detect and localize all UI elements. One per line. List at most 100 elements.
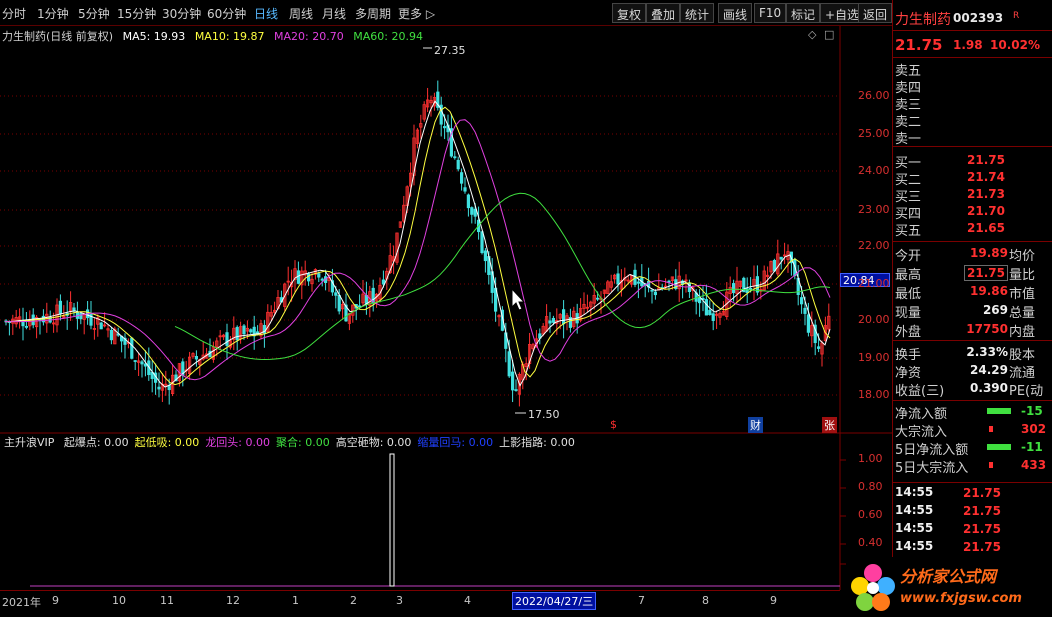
period-4[interactable]: 30分钟 (162, 5, 201, 22)
time-tick: 9 (52, 594, 59, 607)
period-7[interactable]: 周线 (289, 5, 313, 22)
candle-body (456, 159, 460, 170)
fin-value: 0.390 (970, 381, 1008, 395)
period-0[interactable]: 分时 (2, 5, 26, 22)
fin-extra: 股本 (1009, 348, 1036, 363)
candle-body (711, 313, 715, 321)
ma20-label: MA20: 20.70 (274, 30, 344, 43)
fin-value: 24.29 (970, 363, 1008, 377)
stat-value: 269 (982, 303, 1008, 317)
flow-bar (987, 444, 1011, 450)
flow-value: 302 (1021, 422, 1047, 436)
candle-body (225, 332, 229, 346)
bid-price: 21.73 (967, 187, 1005, 201)
time-tick: 3 (396, 594, 403, 607)
time-tick: 11 (160, 594, 174, 607)
square-icon[interactable]: □ (824, 28, 834, 41)
ma60-label: MA60: 20.94 (353, 30, 423, 43)
candle-body (130, 337, 134, 359)
toolbar-btn-4[interactable]: F10 (754, 3, 787, 23)
candle-body (442, 126, 447, 129)
candle-body (653, 291, 658, 296)
period-2[interactable]: 5分钟 (78, 5, 110, 22)
quote-panel: 力生制药 002393 R 21.75 1.98 10.02% 卖五 卖四 卖三 卖二… (892, 0, 1052, 617)
stat-value: 19.86 (970, 284, 1008, 298)
period-10[interactable]: 更多 ▷ (398, 5, 435, 22)
price-tick: 26.00 (858, 89, 890, 102)
kline-chart[interactable]: ◇ □ (0, 26, 892, 434)
candle-body (58, 300, 63, 315)
ma60-line (174, 192, 831, 361)
flow-value: -15 (1021, 404, 1043, 418)
period-3[interactable]: 15分钟 (117, 5, 156, 22)
margin-badge: R (1013, 11, 1020, 21)
flow-bar (989, 462, 993, 468)
candle-body (480, 231, 484, 254)
candle-body (381, 279, 386, 285)
toolbar-btn-7[interactable]: 返回 (858, 3, 893, 23)
candle-body (803, 307, 807, 314)
toolbar-btn-2[interactable]: 统计 (680, 3, 715, 23)
candle-body (459, 172, 464, 184)
divider (893, 241, 1052, 242)
candle-body (650, 289, 654, 292)
indicator-item: 起低吸: 0.00 (134, 436, 200, 449)
candle-body (466, 194, 471, 209)
toolbar-btn-5[interactable]: 标记 (786, 3, 821, 23)
indicator-item: 上影指路: 0.00 (499, 436, 575, 449)
ma10-label: MA10: 19.87 (194, 30, 265, 43)
divider (893, 340, 1052, 341)
logo-url: www.fxjgsw.com (900, 591, 1022, 606)
candle-body (749, 287, 753, 290)
indicator-tick: 0.40 (858, 536, 883, 549)
toolbar-btn-3[interactable]: 画线 (718, 3, 753, 23)
price-change: 1.98 (953, 38, 983, 52)
stat-label: 最高 (895, 268, 922, 283)
time-tick: 8 (702, 594, 709, 607)
marker-limit-up[interactable]: 张 (822, 417, 837, 433)
last-price: 21.75 (895, 36, 943, 54)
period-8[interactable]: 月线 (322, 5, 346, 22)
diamond-icon[interactable]: ◇ (808, 28, 817, 41)
candle-body (357, 305, 362, 308)
stat-label: 外盘 (895, 325, 922, 340)
flow-value: 433 (1021, 458, 1047, 472)
period-6[interactable]: 日线 (254, 5, 278, 22)
period-toolbar: 分时 1分钟 5分钟 15分钟 30分钟 60分钟 日线 周线 月线 多周期 更多 ▷ 复权 叠加 统计画… (0, 0, 893, 26)
candle-body (470, 207, 474, 215)
bid-price: 21.74 (967, 170, 1005, 184)
price-tick: 20.00 (858, 313, 890, 326)
candle-body (157, 386, 161, 390)
candle-body (698, 297, 702, 304)
indicator-tick: 0.60 (858, 508, 883, 521)
candle-body (21, 321, 25, 327)
price-tick: 24.00 (858, 164, 890, 177)
indicator-chart[interactable] (0, 434, 892, 590)
price-tick: 22.00 (858, 239, 890, 252)
period-5[interactable]: 60分钟 (207, 5, 246, 22)
price-tick: 21.00 (858, 277, 890, 290)
period-1[interactable]: 1分钟 (37, 5, 69, 22)
candle-body (99, 322, 103, 330)
marker-finance[interactable]: 财 (748, 417, 763, 433)
ma-legend: 力生制药(日线 前复权) MA5: 19.93 MA10: 19.87 MA20… (2, 28, 429, 44)
indicator-tick: 1.00 (858, 452, 883, 465)
price-tick: 19.00 (858, 351, 890, 364)
toolbar-btn-0[interactable]: 复权 (612, 3, 647, 23)
time-tick: 12 (226, 594, 240, 607)
indicator-item: 龙回头: 0.00 (205, 436, 271, 449)
candle-body (167, 385, 171, 391)
period-9[interactable]: 多周期 (355, 5, 391, 22)
time-tick: 2021年 (2, 596, 41, 609)
candle-body (235, 326, 239, 341)
candle-body (72, 307, 76, 312)
flow-label: 大宗流入 (895, 425, 948, 440)
toolbar-btn-1[interactable]: 叠加 (646, 3, 681, 23)
candle-body (453, 156, 457, 159)
price-tick: 23.00 (858, 203, 890, 216)
candle-body (779, 256, 783, 260)
candle-body (109, 329, 113, 341)
stat-value: 21.75 (964, 265, 1008, 281)
divider (893, 146, 1052, 147)
marker-dollar[interactable]: $ (608, 418, 619, 431)
